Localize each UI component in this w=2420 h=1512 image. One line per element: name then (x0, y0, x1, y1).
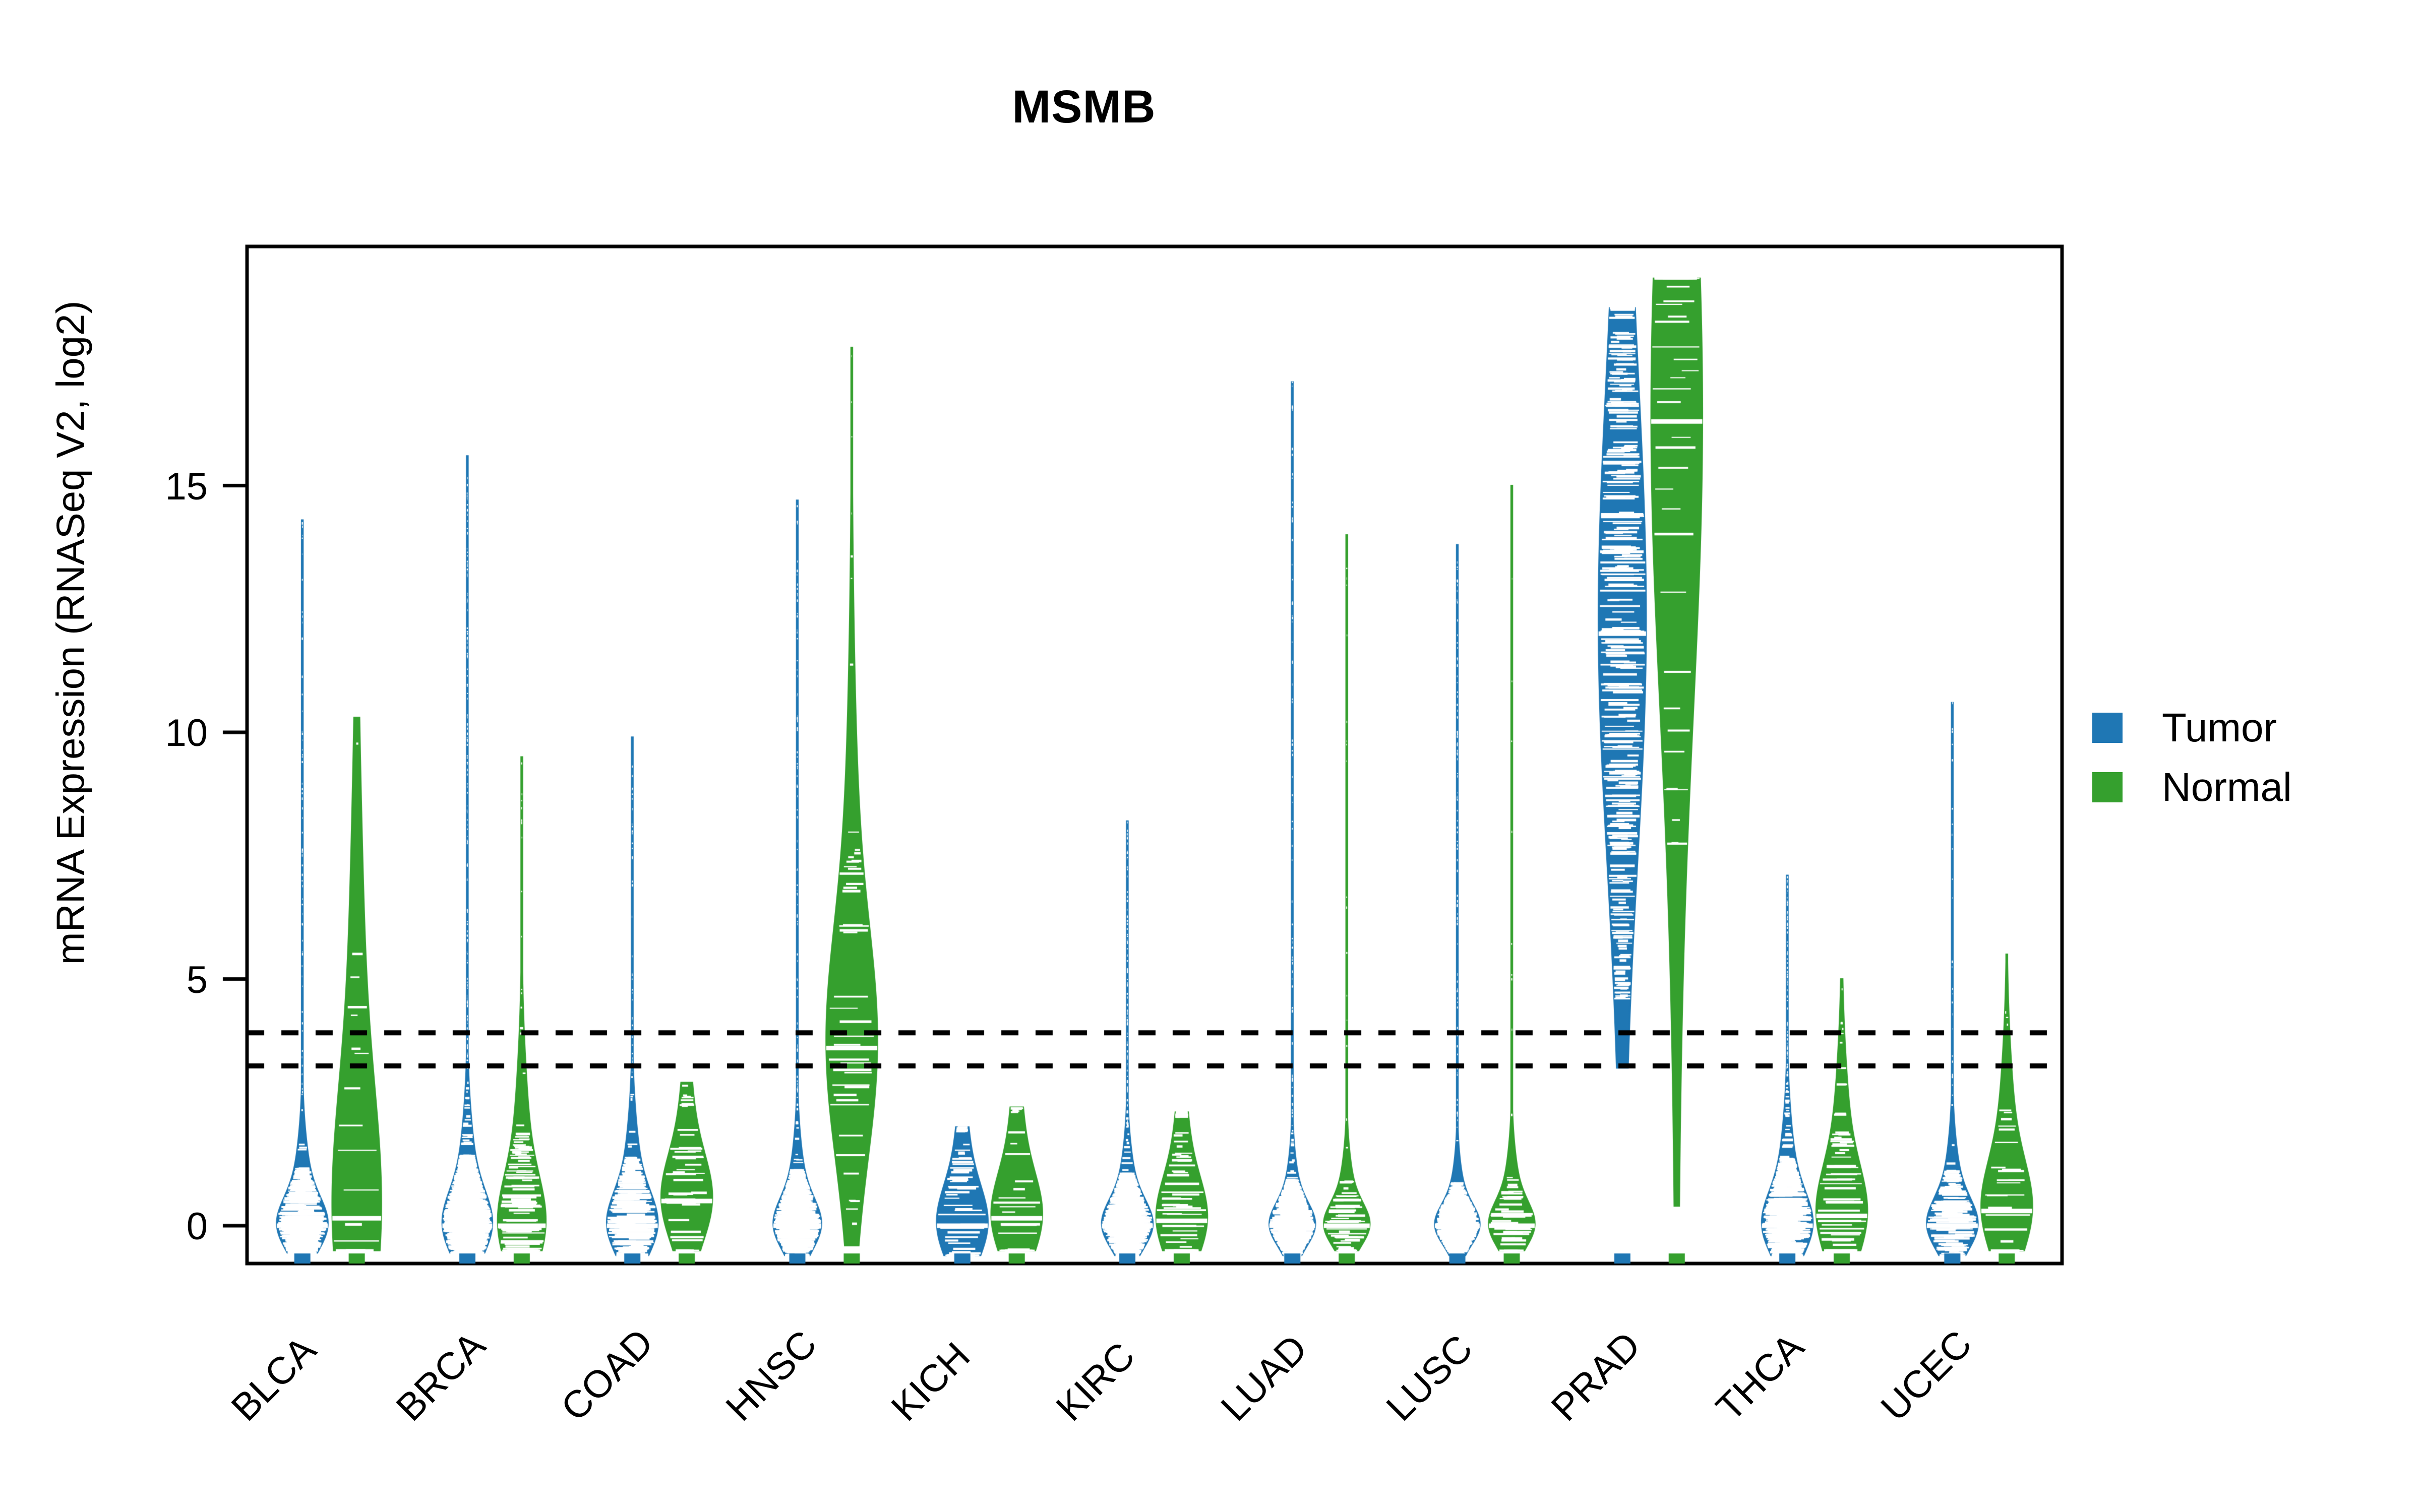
legend-label: Tumor (2162, 705, 2277, 750)
legend-item-normal[interactable]: Normal (2092, 758, 2292, 817)
legend-swatch-tumor (2092, 713, 2123, 743)
legend-label: Normal (2162, 765, 2292, 809)
y-tick-label: 5 (186, 958, 208, 1001)
y-tick-label: 15 (165, 465, 208, 508)
y-tick-label: 10 (165, 712, 208, 754)
legend-swatch-normal (2092, 772, 2123, 802)
y-tick-label: 0 (186, 1205, 208, 1248)
legend: Tumor Normal (2092, 698, 2292, 817)
chart-figure: MSMB mRNA Expression (RNASeq V2, log2) 0… (0, 0, 2420, 1512)
violin-plot-canvas (0, 0, 2420, 1512)
y-axis-title: mRNA Expression (RNASeq V2, log2) (48, 300, 93, 965)
legend-item-tumor[interactable]: Tumor (2092, 698, 2292, 758)
